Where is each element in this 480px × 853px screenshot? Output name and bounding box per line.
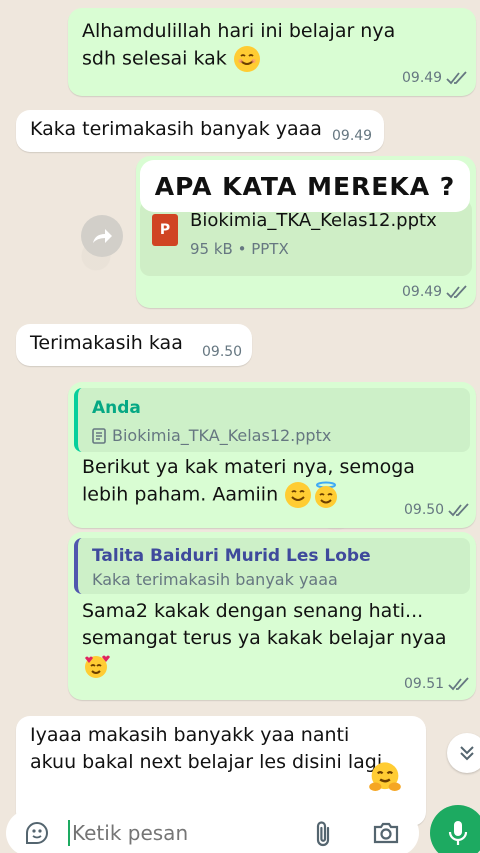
forward-icon	[93, 229, 112, 243]
message-input[interactable]	[72, 816, 292, 850]
mic-button[interactable]	[430, 805, 480, 853]
halo-face-emoji	[315, 481, 338, 508]
message-text: Sama2 kakak dengan senang hati... semang…	[82, 598, 462, 680]
hugging-face-emoji	[369, 762, 401, 791]
quoted-message[interactable]: Talita Baiduri Murid Les Lobe Kaka terim…	[74, 538, 470, 594]
camera-icon[interactable]	[372, 821, 400, 845]
text-cursor	[68, 820, 70, 846]
message-text: Alhamdulillah hari ini belajar nya sdh s…	[82, 18, 422, 73]
read-ticks-icon	[446, 285, 467, 299]
microphone-icon	[448, 821, 468, 845]
message-time: 09.49	[402, 284, 468, 300]
message-time: 09.51	[404, 676, 470, 692]
double-chevron-down-icon	[460, 746, 474, 761]
forward-button[interactable]	[81, 215, 123, 257]
quoted-sender: Anda	[92, 398, 141, 418]
sticker-icon[interactable]	[24, 820, 50, 846]
smiling-face-emoji	[233, 46, 260, 72]
message-time: 09.49	[402, 70, 468, 86]
document-meta: 95 kB • PPTX	[190, 240, 289, 258]
overlay-caption: APA KATA MEREKA ?	[140, 160, 470, 212]
read-ticks-icon	[448, 677, 469, 691]
message-bubble-outgoing-reply[interactable]: Anda Biokimia_TKA_Kelas12.pptx Berikut y…	[68, 382, 476, 528]
smiling-face-emoji	[285, 482, 312, 508]
message-bubble-incoming[interactable]: Kaka terimakasih banyak yaaa 09.49	[16, 110, 384, 152]
message-text: Terimakasih kaa	[30, 332, 183, 354]
message-bubble-outgoing[interactable]: Alhamdulillah hari ini belajar nya sdh s…	[68, 8, 476, 96]
message-composer	[6, 810, 419, 853]
quoted-sender: Talita Baiduri Murid Les Lobe	[92, 546, 371, 566]
quoted-file-name: Biokimia_TKA_Kelas12.pptx	[112, 426, 332, 445]
quoted-message[interactable]: Anda Biokimia_TKA_Kelas12.pptx	[74, 388, 470, 452]
attach-icon[interactable]	[312, 820, 334, 848]
pptx-file-icon: P	[152, 214, 178, 246]
document-icon	[92, 427, 106, 444]
message-time: 09.49	[332, 128, 373, 144]
message-time: 09.50	[404, 502, 470, 518]
message-text: Berikut ya kak materi nya, semoga lebih …	[82, 454, 462, 509]
smiling-hearts-emoji	[85, 655, 110, 678]
message-bubble-incoming[interactable]: Terimakasih kaa 09.50	[16, 324, 252, 366]
message-bubble-outgoing-reply[interactable]: Talita Baiduri Murid Les Lobe Kaka terim…	[68, 532, 476, 700]
read-ticks-icon	[448, 503, 469, 517]
message-text: Iyaaa makasih banyakk yaa nanti akuu bak…	[30, 724, 383, 773]
document-name: Biokimia_TKA_Kelas12.pptx	[190, 210, 437, 231]
message-time: 09.50	[202, 344, 243, 360]
message-text: Kaka terimakasih banyak yaaa	[30, 118, 322, 140]
quoted-text: Kaka terimakasih banyak yaaa	[92, 570, 338, 589]
scroll-to-bottom-button[interactable]	[447, 733, 480, 773]
quoted-document: Biokimia_TKA_Kelas12.pptx	[92, 426, 331, 445]
read-ticks-icon	[446, 71, 467, 85]
